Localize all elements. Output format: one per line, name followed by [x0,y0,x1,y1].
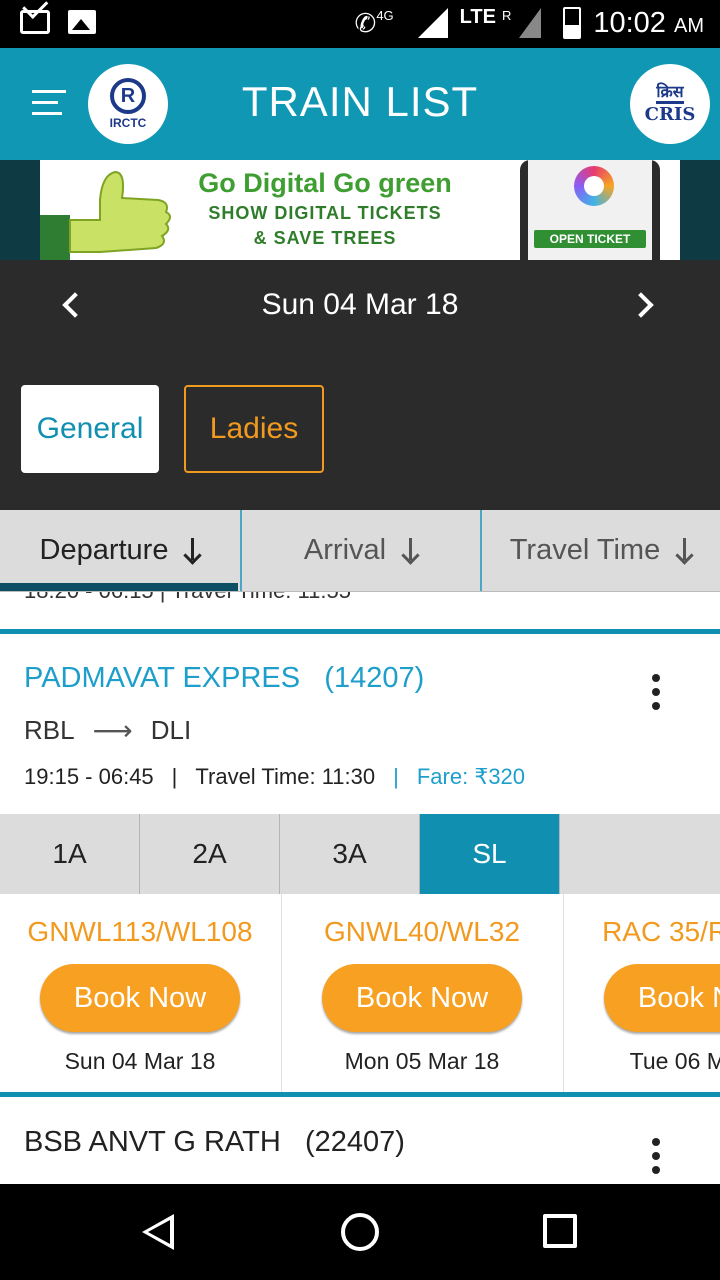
class-tab-1a[interactable]: 1A [0,814,140,894]
book-now-button[interactable]: Book Now [40,964,240,1032]
sort-arrival-tab[interactable]: Arrival [240,510,480,591]
promo-banner-container: Go Digital Go green SHOW DIGITAL TICKETS… [0,160,720,260]
more-options-icon[interactable] [652,1138,662,1180]
class-tab-3a[interactable]: 3A [280,814,420,894]
availability-status: GNWL113/WL108 [27,916,253,947]
quota-ladies-button[interactable]: Ladies [184,385,324,473]
train-list[interactable]: 18:20 - 06:15 | Travel Time: 11:55 PADMA… [0,592,720,1184]
quota-selector: General Ladies [0,350,720,510]
list-divider [0,1092,720,1097]
battery-icon [563,7,582,39]
roaming-label: R [501,7,512,23]
thumbs-up-icon [40,170,171,260]
selected-date: Sun 04 Mar 18 [261,288,459,321]
fare: Fare: ₹320 [416,764,526,789]
network-lte-label: LTE [459,5,496,28]
sort-travel-time-tab[interactable]: Travel Time [480,510,720,591]
availability-day: GNWL113/WL108 Book Now Sun 04 Mar 18 [0,894,282,1092]
depart-arrive-time: 19:15 - 06:45 [24,764,154,789]
sort-departure-tab[interactable]: Departure [0,510,240,591]
list-divider [0,629,720,634]
banner-subline-2: & SAVE TREES [253,228,397,248]
call-icon: ✆ [354,8,377,38]
travel-time: Travel Time: 11:30 [195,764,376,789]
book-now-button[interactable]: Book Now [322,964,522,1032]
arrow-down-icon [184,537,200,564]
date-navigator: Sun 04 Mar 18 [0,260,720,350]
system-navigation-bar [0,1184,720,1280]
cris-logo: क्रिस CRIS [630,64,710,144]
promo-banner[interactable]: Go Digital Go green SHOW DIGITAL TICKETS… [40,160,680,260]
phone-illustration: OPEN TICKET [520,160,660,260]
network-4g-label: 4G [376,7,394,23]
availability-status: RAC 35/RAC 24 [602,916,720,947]
train-name[interactable]: PADMAVAT EXPRES (14207) [24,662,424,695]
to-station: DLI [150,715,192,745]
gmail-notification-icon [20,10,50,34]
signal-secondary-icon [519,8,542,38]
train-name[interactable]: BSB ANVT G RATH (22407) [24,1126,405,1159]
next-date-button[interactable] [628,288,664,322]
home-icon[interactable] [341,1213,379,1251]
app-logo-icon [574,166,614,206]
clock: 10:02 AM [593,6,704,39]
back-icon[interactable] [142,1214,174,1250]
sort-tabs: Departure Arrival Travel Time [0,510,720,592]
availability-status: GNWL40/WL32 [323,916,521,947]
chevron-right-icon [628,292,654,318]
availability-row[interactable]: GNWL113/WL108 Book Now Sun 04 Mar 18 GNW… [0,894,720,1092]
status-bar: ✆ 4G LTE R 10:02 AM [0,0,720,48]
arrow-down-icon [676,537,692,564]
availability-day: RAC 35/RAC 24 Book Now Tue 06 Mar 18 [564,894,720,1092]
banner-headline: Go Digital Go green [198,168,452,198]
availability-date: Tue 06 Mar 18 [629,1048,720,1074]
recent-apps-icon[interactable] [543,1214,577,1248]
previous-train-timing: 18:20 - 06:15 | Travel Time: 11:55 [24,592,351,604]
from-station: RBL [24,715,75,745]
class-tab-2a[interactable]: 2A [140,814,280,894]
class-tab-sl[interactable]: SL [420,814,560,894]
banner-subline-1: SHOW DIGITAL TICKETS [208,203,442,223]
open-ticket-label: OPEN TICKET [534,230,646,248]
quota-general-button[interactable]: General [21,385,159,473]
signal-icon [417,8,448,38]
availability-date: Mon 05 Mar 18 [344,1048,500,1074]
train-route: RBL ⟶ DLI [24,714,191,747]
page-title: TRAIN LIST [241,78,479,125]
image-notification-icon [68,10,96,34]
availability-date: Sun 04 Mar 18 [64,1048,216,1074]
arrow-down-icon [402,537,418,564]
arrow-right-icon: ⟶ [92,715,133,746]
availability-day: GNWL40/WL32 Book Now Mon 05 Mar 18 [282,894,564,1092]
app-bar: R IRCTC TRAIN LIST क्रिस CRIS [0,48,720,160]
more-options-icon[interactable] [652,674,662,716]
train-timing: 19:15 - 06:45 | Travel Time: 11:30 | Far… [24,764,526,789]
book-now-button[interactable]: Book Now [604,964,720,1032]
class-tabs: 1A 2A 3A SL [0,814,720,894]
